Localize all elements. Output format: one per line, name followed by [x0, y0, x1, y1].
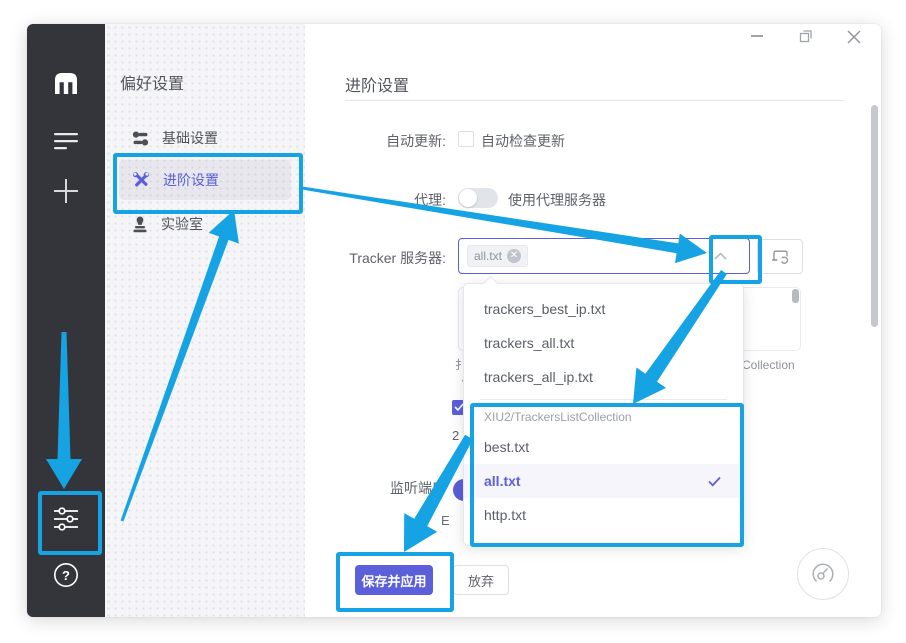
- auto-update-checkbox-label[interactable]: 自动检查更新: [481, 131, 565, 151]
- minimize-icon: [751, 35, 763, 37]
- proxy-toggle-label: 使用代理服务器: [508, 190, 606, 210]
- annotation-box-save-button: [336, 552, 454, 612]
- help-text-fragment-1: 扌: [455, 356, 463, 373]
- sidebar-item-label: 实验室: [161, 214, 203, 234]
- annotation-box-advanced-menu: [113, 153, 303, 214]
- proxy-label: 代理:: [380, 190, 446, 210]
- tag-label: all.txt: [474, 249, 502, 263]
- sync-trackers-button[interactable]: [757, 239, 803, 274]
- listen-port-label: 监听端口: [380, 478, 446, 498]
- help-icon[interactable]: ?: [53, 562, 79, 588]
- preferences-title: 偏好设置: [120, 70, 184, 94]
- preferences-panel: [105, 24, 305, 617]
- auto-update-label: 自动更新:: [330, 131, 446, 151]
- tracker-source-select[interactable]: all.txt ✕: [458, 238, 750, 274]
- dropdown-option[interactable]: trackers_all.txt: [464, 326, 743, 360]
- dropdown-divider: [480, 399, 727, 400]
- sidebar-item-lab[interactable]: 实验室: [132, 214, 203, 234]
- annotation-box-xiu2-group: [470, 403, 744, 547]
- lab-stamp-icon: [132, 216, 148, 233]
- annotation-box-tune-icon: [38, 491, 102, 555]
- tracker-label: Tracker 服务器:: [330, 248, 446, 268]
- selected-tag: all.txt ✕: [467, 245, 528, 267]
- motrix-logo: [53, 70, 79, 96]
- annotation-box-chevron: [709, 235, 762, 284]
- close-button[interactable]: [845, 28, 863, 46]
- toggles-icon: [132, 130, 149, 147]
- sync-interval-fragment: 2: [452, 428, 459, 443]
- discard-button[interactable]: 放弃: [453, 565, 509, 595]
- sync-window-icon: [771, 248, 790, 265]
- speed-limit-button[interactable]: [797, 548, 849, 600]
- svg-text:?: ?: [62, 568, 70, 583]
- toggle-knob: [459, 189, 477, 207]
- title-divider: [345, 100, 845, 101]
- task-list-icon[interactable]: [53, 128, 79, 154]
- add-task-icon[interactable]: [53, 178, 79, 204]
- dropdown-option[interactable]: trackers_all_ip.txt: [464, 360, 743, 394]
- page-title: 进阶设置: [345, 72, 409, 96]
- help-text-fragment-tail: Collection: [742, 358, 795, 372]
- minimize-button[interactable]: [749, 28, 765, 44]
- proxy-toggle[interactable]: [458, 188, 498, 208]
- help-text-fragment-2: 〈: [455, 372, 463, 389]
- restore-icon: [799, 29, 813, 43]
- screenshot-canvas: ? 偏好设置 基础设置 进阶设置: [0, 0, 906, 643]
- dropdown-option[interactable]: trackers_best_ip.txt: [464, 292, 743, 326]
- auto-update-checkbox[interactable]: [458, 131, 474, 147]
- sidebar-item-basic[interactable]: 基础设置: [132, 128, 218, 148]
- gauge-icon: [808, 559, 838, 589]
- close-icon: [846, 29, 862, 45]
- sidebar-item-label: 基础设置: [162, 128, 218, 148]
- tag-close-icon[interactable]: ✕: [507, 249, 521, 263]
- maximize-button[interactable]: [798, 28, 814, 44]
- row-label-fragment: E: [441, 513, 450, 528]
- content-scrollbar[interactable]: [871, 105, 878, 327]
- textarea-scrollbar[interactable]: [792, 289, 799, 303]
